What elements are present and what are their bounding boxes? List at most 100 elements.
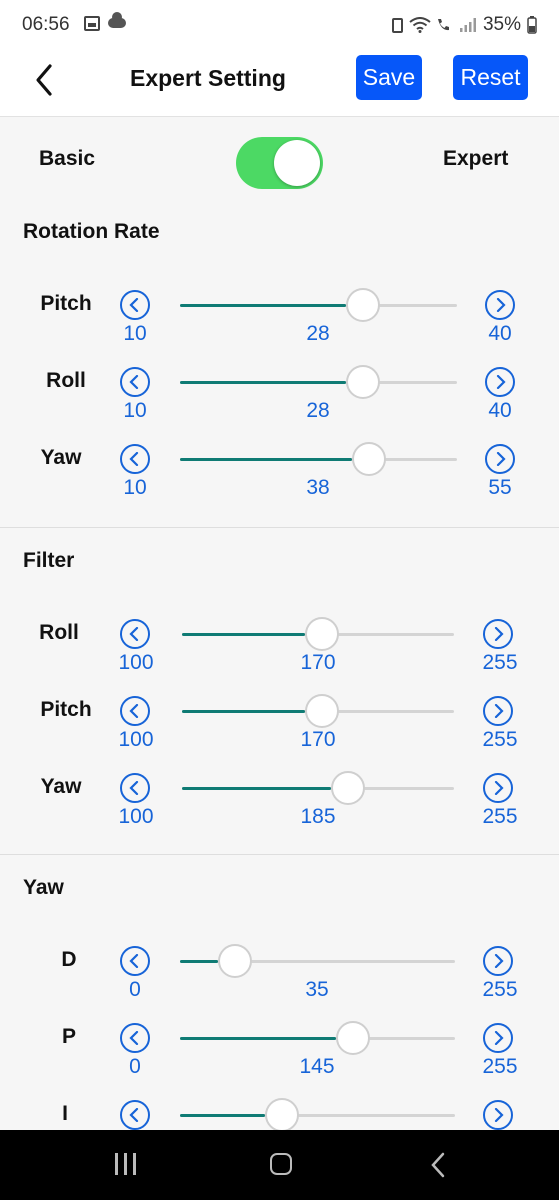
wifi-icon [409, 17, 431, 33]
slider-label: P [61, 1025, 76, 1048]
section-title: Rotation Rate [23, 220, 160, 243]
chevron-right-icon [496, 375, 506, 389]
slider-max-value: 255 [482, 728, 518, 751]
increment-button[interactable] [485, 367, 515, 397]
slider-current-value: 170 [300, 728, 336, 751]
page-title: Expert Setting [130, 65, 286, 91]
decrement-button[interactable] [120, 444, 150, 474]
chevron-left-icon [129, 781, 139, 795]
slider-current-value: 38 [306, 476, 330, 499]
battery-icon [527, 16, 537, 34]
section-divider [0, 527, 559, 528]
toggle-knob [274, 140, 320, 186]
app-header: Expert Setting Save Reset [0, 50, 559, 117]
slider-min-value: 100 [118, 651, 154, 674]
slider-track[interactable] [182, 694, 454, 728]
slider-track[interactable] [180, 288, 457, 322]
chevron-right-icon [494, 954, 504, 968]
slider-track[interactable] [180, 365, 457, 399]
decrement-button[interactable] [120, 619, 150, 649]
slider-thumb[interactable] [305, 694, 339, 728]
back-button[interactable] [30, 60, 64, 100]
slider-min-value: 0 [129, 1055, 141, 1078]
slider-max-value: 255 [482, 805, 518, 828]
slider-max-value: 255 [482, 1055, 518, 1078]
section-title: Filter [23, 549, 75, 572]
slider-current-value: 28 [306, 322, 330, 345]
slider-label: Roll [46, 369, 86, 392]
increment-button[interactable] [483, 619, 513, 649]
slider-label: Yaw [40, 446, 82, 469]
slider-thumb[interactable] [346, 365, 380, 399]
decrement-button[interactable] [120, 773, 150, 803]
slider-current-value: 35 [305, 978, 329, 1001]
section-title: Yaw [23, 876, 64, 899]
reset-button[interactable]: Reset [453, 55, 528, 100]
slider-label: D [61, 948, 77, 971]
decrement-button[interactable] [120, 696, 150, 726]
signal-icon [459, 17, 477, 33]
status-time: 06:56 [22, 14, 70, 35]
decrement-button[interactable] [120, 290, 150, 320]
slider-max-value: 55 [488, 476, 512, 499]
slider-thumb[interactable] [331, 771, 365, 805]
save-button[interactable]: Save [356, 55, 422, 100]
slider-fill [182, 633, 305, 636]
slider-thumb[interactable] [265, 1098, 299, 1130]
chevron-left-icon [129, 1108, 139, 1122]
recent-apps-button[interactable] [115, 1153, 137, 1175]
chevron-right-icon [494, 1108, 504, 1122]
increment-button[interactable] [485, 290, 515, 320]
slider-min-value: 10 [123, 476, 147, 499]
increment-button[interactable] [483, 773, 513, 803]
slider-min-value: 100 [118, 805, 154, 828]
slider-fill [180, 458, 352, 461]
increment-button[interactable] [483, 946, 513, 976]
slider-label: I [62, 1102, 68, 1125]
increment-button[interactable] [483, 1100, 513, 1130]
slider-thumb[interactable] [352, 442, 386, 476]
slider-fill [180, 1037, 336, 1040]
cloud-notification-icon [108, 12, 126, 28]
increment-button[interactable] [485, 444, 515, 474]
slider-min-value: 10 [123, 399, 147, 422]
slider-thumb[interactable] [346, 288, 380, 322]
basic-mode-label: Basic [39, 147, 96, 170]
slider-fill [180, 304, 346, 307]
chevron-right-icon [496, 452, 506, 466]
slider-track[interactable] [180, 442, 457, 476]
slider-current-value: 170 [300, 651, 336, 674]
slider-track[interactable] [180, 1098, 455, 1130]
slider-fill [182, 710, 305, 713]
increment-button[interactable] [483, 1023, 513, 1053]
slider-max-value: 255 [482, 651, 518, 674]
slider-track[interactable] [180, 1021, 455, 1055]
slider-track[interactable] [180, 944, 455, 978]
slider-fill [182, 787, 331, 790]
slider-track[interactable] [182, 771, 454, 805]
status-right: 35% [391, 14, 537, 36]
expert-mode-toggle[interactable] [236, 137, 323, 189]
decrement-button[interactable] [120, 1023, 150, 1053]
slider-current-value: 28 [306, 399, 330, 422]
chevron-left-icon [129, 704, 139, 718]
slider-max-value: 40 [488, 399, 512, 422]
chevron-left-icon [129, 452, 139, 466]
slider-current-value: 185 [300, 805, 336, 828]
slider-thumb[interactable] [336, 1021, 370, 1055]
slider-fill [180, 960, 218, 963]
home-button[interactable] [270, 1153, 292, 1175]
system-back-button[interactable] [430, 1152, 446, 1183]
decrement-button[interactable] [120, 946, 150, 976]
slider-max-value: 40 [488, 322, 512, 345]
decrement-button[interactable] [120, 1100, 150, 1130]
status-bar: 06:56 35% [0, 0, 559, 50]
slider-track[interactable] [182, 617, 454, 651]
slider-label: Pitch [40, 292, 92, 315]
decrement-button[interactable] [120, 367, 150, 397]
slider-thumb[interactable] [218, 944, 252, 978]
slider-thumb[interactable] [305, 617, 339, 651]
slider-fill [180, 381, 346, 384]
slider-current-value: 145 [299, 1055, 335, 1078]
increment-button[interactable] [483, 696, 513, 726]
